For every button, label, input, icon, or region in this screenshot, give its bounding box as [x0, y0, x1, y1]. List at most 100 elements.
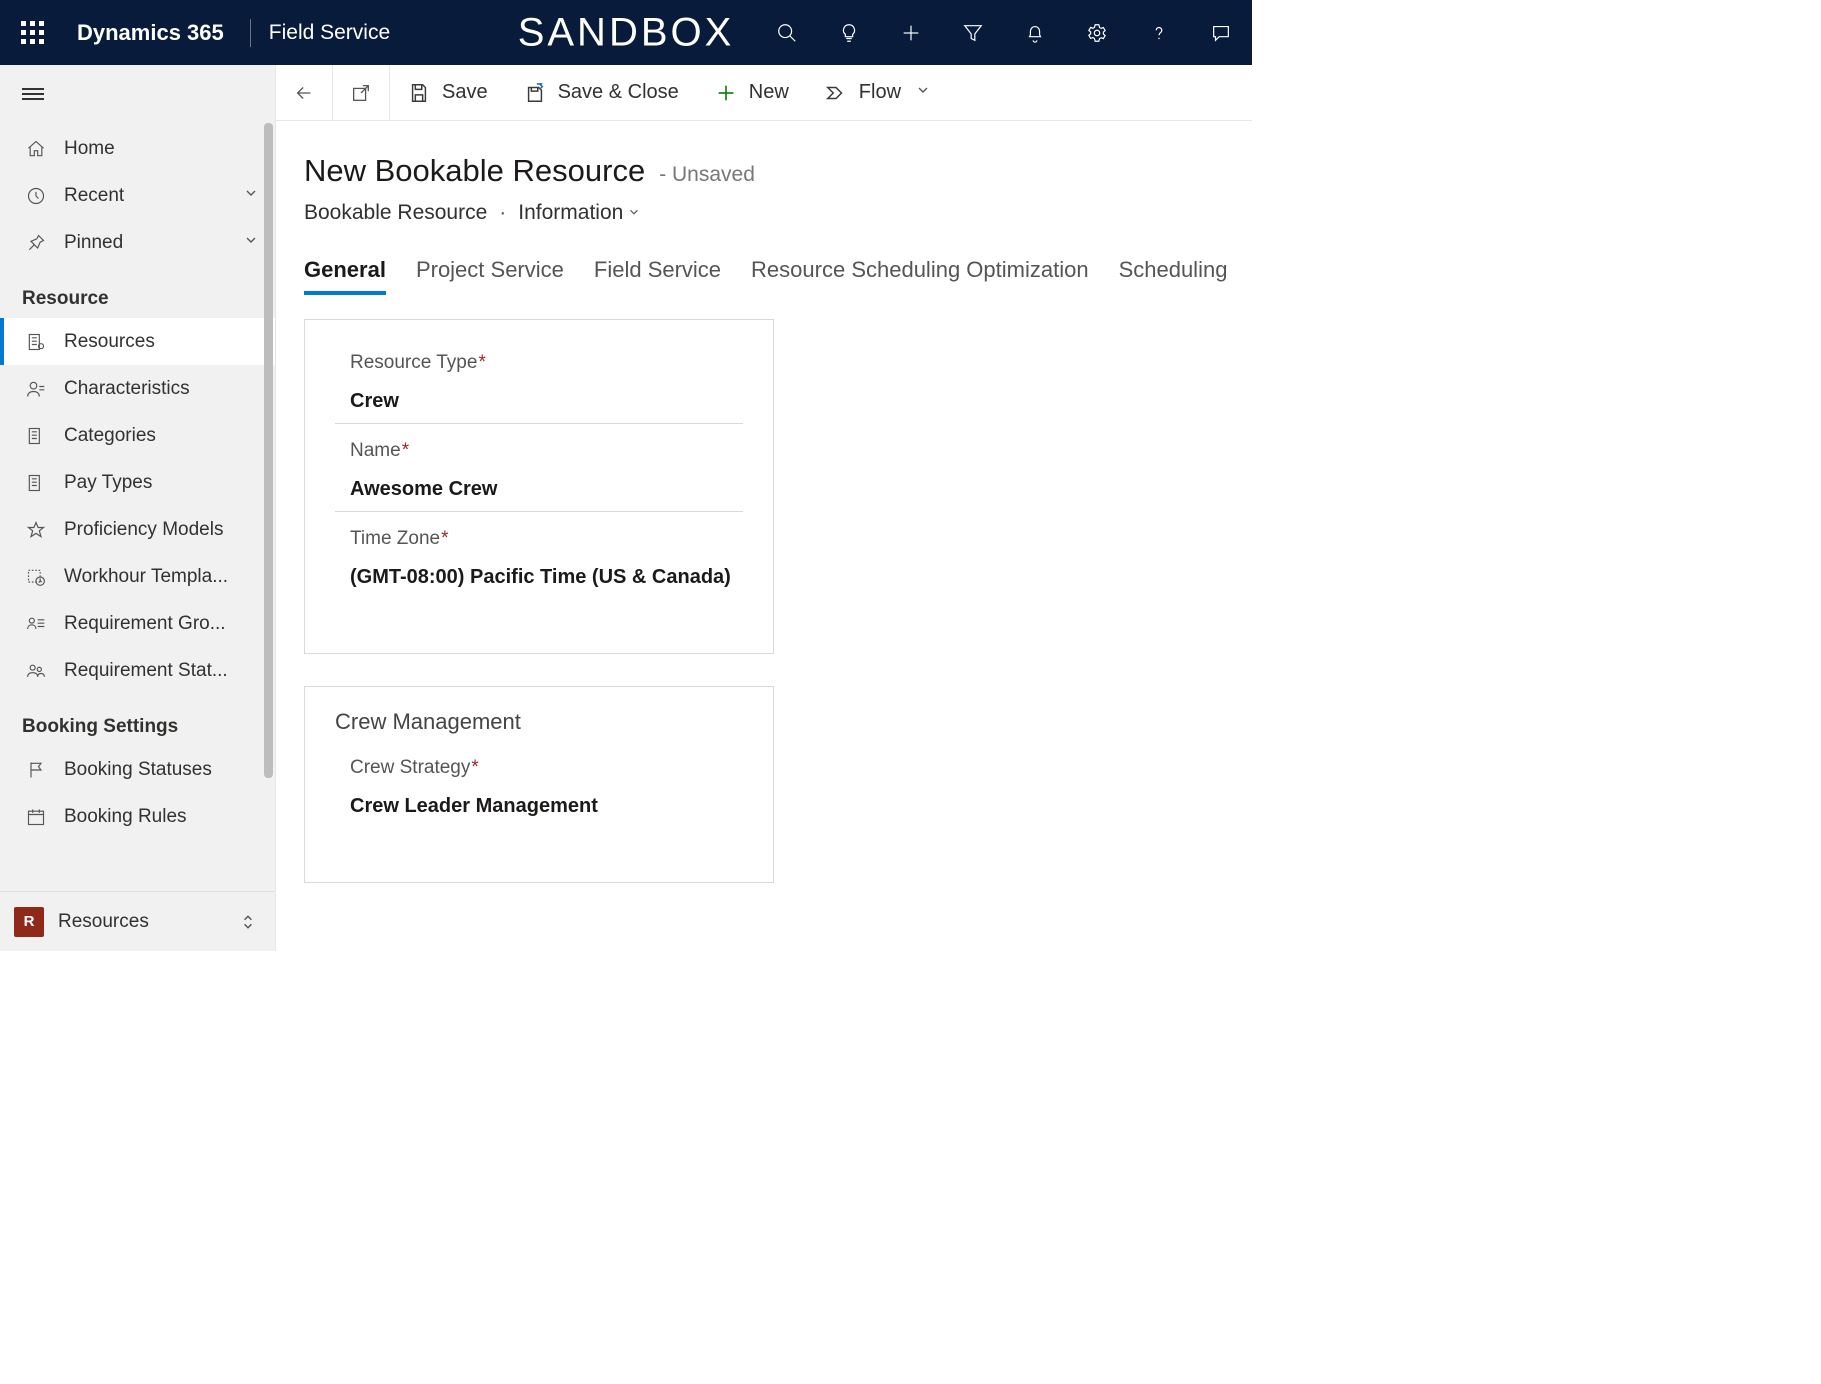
- funnel-icon: [962, 22, 984, 44]
- chevron-down-icon: [243, 232, 259, 254]
- nav-pinned[interactable]: Pinned: [0, 219, 275, 266]
- nav-label: Home: [64, 138, 259, 160]
- field-label: Resource Type: [350, 352, 477, 373]
- area-switcher[interactable]: R Resources: [0, 891, 275, 951]
- question-icon: [1148, 22, 1170, 44]
- nav-paytypes[interactable]: Pay Types: [0, 459, 275, 506]
- nav-reqstatus[interactable]: Requirement Stat...: [0, 647, 275, 694]
- field-value[interactable]: Crew: [335, 384, 743, 424]
- assistant-button[interactable]: [1190, 0, 1252, 65]
- bell-icon: [1024, 22, 1046, 44]
- nav-section-resource: Resource: [0, 266, 275, 318]
- popout-icon: [350, 82, 372, 104]
- open-new-window-button[interactable]: [333, 65, 390, 120]
- field-label: Name: [350, 440, 401, 461]
- nav-characteristics[interactable]: Characteristics: [0, 365, 275, 412]
- field-value[interactable]: Awesome Crew: [335, 472, 743, 512]
- app-launcher-button[interactable]: [0, 21, 65, 44]
- new-button[interactable]: New: [697, 65, 807, 120]
- notifications-button[interactable]: [1004, 0, 1066, 65]
- form-body: Resource Type* Crew Name* Awesome Crew T…: [276, 295, 1252, 915]
- tab-scheduling[interactable]: Scheduling: [1119, 257, 1228, 295]
- nav-recent[interactable]: Recent: [0, 172, 275, 219]
- required-indicator: *: [478, 352, 485, 373]
- command-bar: Save Save & Close New Flow: [276, 65, 1252, 121]
- field-label: Time Zone: [350, 528, 440, 549]
- save-icon: [408, 82, 430, 104]
- settings-button[interactable]: [1066, 0, 1128, 65]
- nav-booking-statuses[interactable]: Booking Statuses: [0, 746, 275, 793]
- nav-proficiency[interactable]: Proficiency Models: [0, 506, 275, 553]
- save-close-icon: [524, 82, 546, 104]
- area-chip: R: [14, 907, 44, 937]
- nav-label: Booking Statuses: [64, 759, 259, 781]
- area-label: Resources: [58, 911, 241, 933]
- product-brand[interactable]: Dynamics 365: [65, 20, 244, 46]
- nav-categories[interactable]: Categories: [0, 412, 275, 459]
- tab-rso[interactable]: Resource Scheduling Optimization: [751, 257, 1089, 295]
- general-panel: Resource Type* Crew Name* Awesome Crew T…: [304, 319, 774, 654]
- nav-label: Categories: [64, 425, 259, 447]
- list-icon: [22, 473, 50, 493]
- search-button[interactable]: [756, 0, 818, 65]
- back-button[interactable]: [276, 65, 333, 120]
- tab-project-service[interactable]: Project Service: [416, 257, 564, 295]
- new-label: New: [749, 81, 789, 104]
- nav-booking-rules[interactable]: Booking Rules: [0, 793, 275, 840]
- tab-field-service[interactable]: Field Service: [594, 257, 721, 295]
- gear-icon: [1086, 22, 1108, 44]
- plus-icon: [900, 22, 922, 44]
- calendar-clock-icon: [22, 567, 50, 587]
- nav-label: Booking Rules: [64, 806, 259, 828]
- pin-icon: [22, 233, 50, 253]
- field-value[interactable]: (GMT-08:00) Pacific Time (US & Canada): [335, 560, 743, 599]
- page-title: New Bookable Resource: [304, 153, 645, 189]
- sidebar-scrollbar[interactable]: [261, 123, 275, 891]
- sitemap-toggle[interactable]: [0, 65, 275, 123]
- entity-name: Bookable Resource: [304, 201, 487, 225]
- content-area: Save Save & Close New Flow New Bookable …: [276, 65, 1252, 951]
- updown-icon: [241, 914, 275, 930]
- nav-resources[interactable]: Resources: [0, 318, 275, 365]
- global-topbar: Dynamics 365 Field Service SANDBOX: [0, 0, 1252, 65]
- clock-icon: [22, 186, 50, 206]
- field-label: Crew Strategy: [350, 757, 470, 778]
- arrow-left-icon: [293, 82, 315, 104]
- flow-button[interactable]: Flow: [807, 65, 949, 120]
- nav-label: Recent: [64, 185, 243, 207]
- field-timezone[interactable]: Time Zone* (GMT-08:00) Pacific Time (US …: [335, 528, 743, 599]
- crew-management-panel: Crew Management Crew Strategy* Crew Lead…: [304, 686, 774, 883]
- nav-workhour[interactable]: Workhour Templa...: [0, 553, 275, 600]
- help-button[interactable]: [1128, 0, 1190, 65]
- lightbulb-icon: [838, 22, 860, 44]
- form-selector[interactable]: Information: [518, 201, 641, 225]
- people-icon: [22, 661, 50, 681]
- tab-general[interactable]: General: [304, 257, 386, 295]
- save-close-button[interactable]: Save & Close: [506, 65, 697, 120]
- save-button[interactable]: Save: [390, 65, 506, 120]
- hamburger-icon: [22, 85, 44, 103]
- ideas-button[interactable]: [818, 0, 880, 65]
- flow-icon: [825, 82, 847, 104]
- sitemap-sidebar: Home Recent Pinned Resource Resources: [0, 65, 276, 951]
- nav-label: Resources: [64, 331, 259, 353]
- field-resource-type[interactable]: Resource Type* Crew: [335, 352, 743, 424]
- unsaved-indicator: - Unsaved: [659, 163, 755, 187]
- module-name[interactable]: Field Service: [269, 21, 390, 45]
- page-header: New Bookable Resource - Unsaved Bookable…: [276, 121, 1252, 225]
- quick-create-button[interactable]: [880, 0, 942, 65]
- field-name[interactable]: Name* Awesome Crew: [335, 440, 743, 512]
- section-title: Crew Management: [335, 709, 743, 735]
- nav-label: Pinned: [64, 232, 243, 254]
- nav-home[interactable]: Home: [0, 125, 275, 172]
- nav-label: Workhour Templa...: [64, 566, 259, 588]
- nav-reqgroups[interactable]: Requirement Gro...: [0, 600, 275, 647]
- separator-dot: ·: [499, 201, 506, 225]
- calendar-icon: [22, 807, 50, 827]
- filter-button[interactable]: [942, 0, 1004, 65]
- field-crew-strategy[interactable]: Crew Strategy* Crew Leader Management: [335, 757, 743, 828]
- required-indicator: *: [471, 757, 478, 778]
- save-label: Save: [442, 81, 488, 104]
- required-indicator: *: [441, 528, 448, 549]
- field-value[interactable]: Crew Leader Management: [335, 789, 743, 828]
